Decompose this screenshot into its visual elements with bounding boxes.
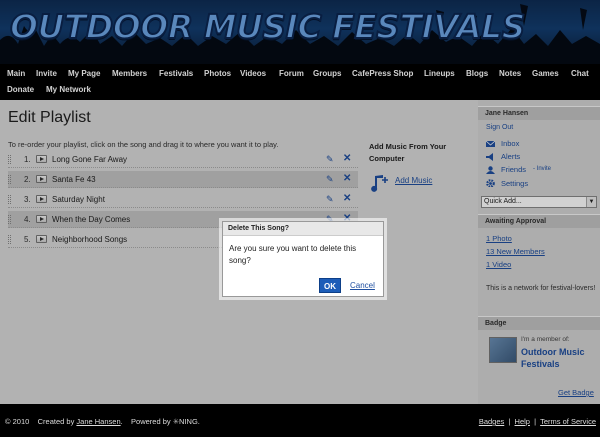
ok-button[interactable]: OK [319,278,341,293]
powered-by-label: Powered by [131,417,171,426]
creator-link[interactable]: Jane Hansen [76,417,120,426]
delete-song-dialog: Delete This Song? Are you sure you want … [222,221,384,297]
copyright-text: © 2010 [5,417,30,426]
help-link[interactable]: Help [515,417,530,426]
footer: © 2010 Created by Jane Hansen. Powered b… [0,404,600,437]
badges-link[interactable]: Badges [479,417,504,426]
dialog-message: Are you sure you want to delete this son… [229,244,357,265]
ning-logo-text[interactable]: NING. [179,417,200,426]
modal-overlay[interactable] [0,0,600,404]
cancel-link[interactable]: Cancel [350,281,375,290]
dialog-title: Delete This Song? [223,222,383,236]
created-by-label: Created by [37,417,75,426]
terms-link[interactable]: Terms of Service [540,417,596,426]
